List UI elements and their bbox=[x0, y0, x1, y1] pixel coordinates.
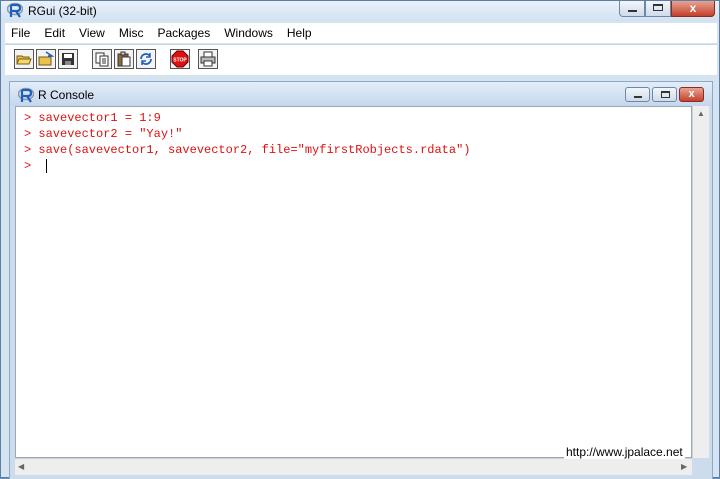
app-title: RGui (32-bit) bbox=[28, 4, 97, 18]
menu-help[interactable]: Help bbox=[281, 23, 320, 43]
maximize-icon bbox=[653, 4, 663, 11]
console-window-controls: x bbox=[625, 87, 704, 102]
minimize-icon bbox=[628, 10, 637, 12]
minimize-icon bbox=[634, 96, 642, 98]
console-close-button[interactable]: x bbox=[679, 87, 704, 102]
maximize-icon bbox=[661, 91, 670, 98]
console-minimize-button[interactable] bbox=[625, 87, 650, 102]
console-output[interactable]: > savevector1 = 1:9 > savevector2 = "Yay… bbox=[15, 106, 692, 458]
menu-file[interactable]: File bbox=[5, 23, 38, 43]
console-line: > save(savevector1, savevector2, file="m… bbox=[24, 143, 471, 157]
r-logo-icon bbox=[7, 2, 23, 18]
open-script-button[interactable] bbox=[14, 49, 34, 69]
console-titlebar: R Console x bbox=[10, 82, 712, 106]
stop-icon: STOP bbox=[171, 50, 189, 68]
scroll-right-icon[interactable]: ▶ bbox=[681, 462, 687, 471]
load-workspace-button[interactable] bbox=[36, 49, 56, 69]
console-title: R Console bbox=[38, 88, 95, 102]
print-icon bbox=[200, 51, 216, 67]
console-input-line[interactable]: > bbox=[24, 159, 38, 173]
menu-misc[interactable]: Misc bbox=[113, 23, 152, 43]
close-button[interactable]: x bbox=[671, 1, 715, 17]
load-workspace-icon bbox=[38, 51, 54, 66]
copy-button[interactable] bbox=[92, 49, 112, 69]
scroll-up-icon[interactable]: ▲ bbox=[697, 109, 705, 118]
menu-bar: File Edit View Misc Packages Windows Hel… bbox=[5, 23, 717, 43]
menu-view[interactable]: View bbox=[73, 23, 113, 43]
copy-paste-icon bbox=[140, 53, 152, 65]
toolbar: STOP bbox=[5, 44, 717, 75]
horizontal-scrollbar[interactable]: ◀ ▶ bbox=[15, 458, 692, 475]
minimize-button[interactable] bbox=[619, 1, 645, 17]
console-line: > savevector2 = "Yay!" bbox=[24, 127, 183, 141]
open-script-icon bbox=[16, 55, 32, 65]
save-workspace-button[interactable] bbox=[58, 49, 78, 69]
copy-icon bbox=[95, 52, 109, 67]
scroll-left-icon[interactable]: ◀ bbox=[18, 462, 24, 471]
menu-packages[interactable]: Packages bbox=[152, 23, 219, 43]
copy-paste-button[interactable] bbox=[136, 49, 156, 69]
vertical-scrollbar[interactable]: ▲ bbox=[692, 106, 709, 458]
rgui-window: RGui (32-bit) x File Edit View Misc Pack… bbox=[0, 0, 720, 479]
maximize-button[interactable] bbox=[645, 1, 671, 17]
window-controls: x bbox=[619, 1, 715, 17]
text-cursor bbox=[46, 159, 47, 173]
console-line: > savevector1 = 1:9 bbox=[24, 111, 161, 125]
stop-label: STOP bbox=[173, 58, 187, 64]
paste-button[interactable] bbox=[114, 49, 134, 69]
console-maximize-button[interactable] bbox=[652, 87, 677, 102]
r-console-window: R Console x > savevector1 = 1:9 > saveve… bbox=[9, 81, 713, 479]
stop-button[interactable]: STOP bbox=[170, 49, 190, 69]
menu-windows[interactable]: Windows bbox=[218, 23, 281, 43]
app-titlebar: RGui (32-bit) x bbox=[1, 1, 719, 21]
r-logo-icon bbox=[18, 87, 34, 103]
save-workspace-icon bbox=[62, 53, 74, 65]
menu-edit[interactable]: Edit bbox=[38, 23, 73, 43]
print-button[interactable] bbox=[198, 49, 218, 69]
watermark-url: http://www.jpalace.net bbox=[564, 445, 685, 459]
paste-icon bbox=[117, 51, 131, 67]
